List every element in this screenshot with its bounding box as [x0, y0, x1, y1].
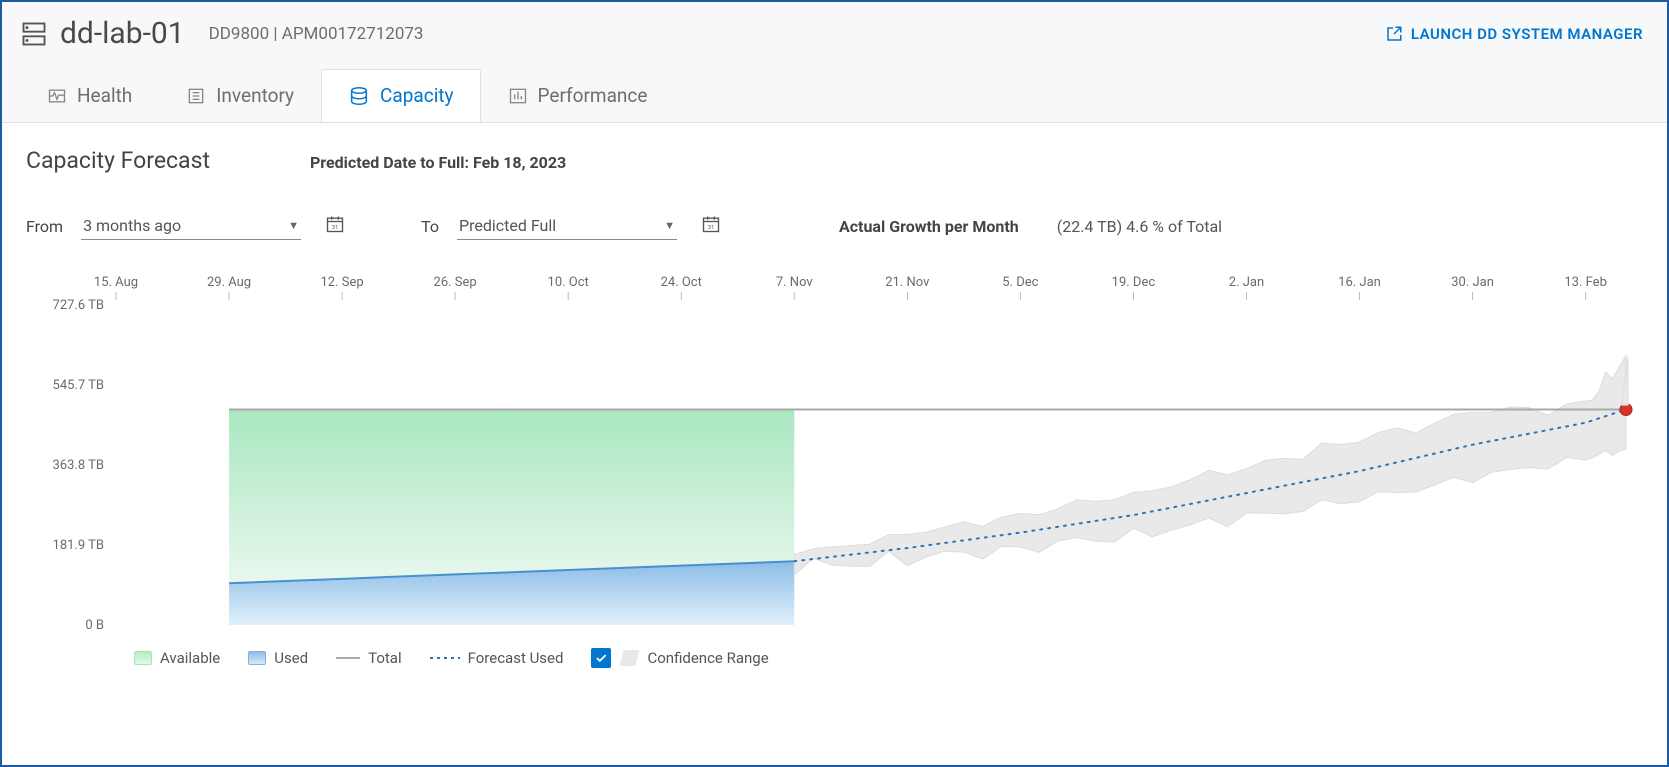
svg-text:0 B: 0 B: [85, 618, 104, 633]
predicted-date-to-full: Predicted Date to Full: Feb 18, 2023: [310, 153, 566, 172]
svg-text:21. Nov: 21. Nov: [885, 275, 930, 290]
legend-total: Total: [336, 649, 402, 667]
svg-text:26. Sep: 26. Sep: [434, 275, 477, 290]
growth-label: Actual Growth per Month: [839, 217, 1019, 236]
svg-text:15. Aug: 15. Aug: [94, 275, 138, 290]
launch-dd-system-manager-link[interactable]: LAUNCH DD SYSTEM MANAGER: [1385, 25, 1643, 43]
content: Capacity Forecast Predicted Date to Full…: [2, 122, 1667, 692]
svg-text:13. Feb: 13. Feb: [1564, 275, 1607, 290]
tab-label: Capacity: [380, 84, 453, 107]
svg-text:181.9 TB: 181.9 TB: [53, 538, 104, 553]
svg-text:10. Oct: 10. Oct: [548, 275, 589, 290]
svg-text:30. Jan: 30. Jan: [1451, 275, 1494, 290]
used-swatch-icon: [248, 651, 266, 665]
to-label: To: [421, 217, 439, 236]
growth-value: (22.4 TB) 4.6 % of Total: [1057, 217, 1222, 236]
header: dd-lab-01 DD9800 | APM00172712073 LAUNCH…: [2, 2, 1667, 69]
from-dropdown[interactable]: 3 months ago ▼: [81, 212, 301, 240]
svg-text:19. Dec: 19. Dec: [1112, 275, 1156, 290]
svg-text:7. Nov: 7. Nov: [776, 275, 814, 290]
legend-forecast: Forecast Used: [430, 649, 564, 667]
available-swatch-icon: [134, 651, 152, 665]
legend-used: Used: [248, 649, 308, 667]
svg-text:545.7 TB: 545.7 TB: [53, 378, 104, 393]
launch-label: LAUNCH DD SYSTEM MANAGER: [1411, 25, 1643, 43]
svg-text:727.6 TB: 727.6 TB: [53, 298, 104, 313]
capacity-forecast-chart: 15. Aug 29. Aug 12. Sep 26. Sep 10. Oct 24. O…: [26, 270, 1643, 640]
confidence-swatch-icon: [619, 650, 639, 666]
caret-down-icon: ▼: [288, 219, 299, 232]
tab-label: Inventory: [216, 84, 294, 107]
svg-text:2. Jan: 2. Jan: [1229, 275, 1264, 290]
chart-legend: Available Used Total Forecast Used Confi…: [26, 640, 1643, 668]
total-line-icon: [336, 657, 360, 659]
legend-available: Available: [134, 649, 220, 667]
tab-performance[interactable]: Performance: [481, 69, 675, 122]
svg-text:12. Sep: 12. Sep: [321, 275, 364, 290]
to-value: Predicted Full: [459, 216, 556, 235]
tab-inventory[interactable]: Inventory: [159, 69, 321, 122]
tab-label: Performance: [538, 84, 648, 107]
svg-text:5. Dec: 5. Dec: [1002, 275, 1038, 290]
tab-capacity[interactable]: Capacity: [321, 69, 480, 122]
tab-label: Health: [77, 84, 132, 107]
to-dropdown[interactable]: Predicted Full ▼: [457, 212, 677, 240]
forecast-dotted-icon: [430, 657, 460, 659]
storage-icon: [20, 20, 48, 48]
caret-down-icon: ▼: [664, 219, 675, 232]
svg-text:31: 31: [332, 225, 339, 231]
page-title: Capacity Forecast: [26, 147, 210, 174]
from-calendar-icon[interactable]: 31: [325, 214, 345, 238]
svg-text:363.8 TB: 363.8 TB: [53, 458, 104, 473]
host-name: dd-lab-01: [60, 16, 185, 51]
host-meta: DD9800 | APM00172712073: [209, 24, 424, 44]
svg-text:29. Aug: 29. Aug: [207, 275, 251, 290]
svg-text:16. Jan: 16. Jan: [1338, 275, 1381, 290]
tab-health[interactable]: Health: [20, 69, 159, 122]
svg-text:31: 31: [708, 225, 715, 231]
legend-confidence[interactable]: Confidence Range: [591, 648, 768, 668]
controls-row: From 3 months ago ▼ 31 To Predicted Full…: [26, 212, 1643, 240]
to-calendar-icon[interactable]: 31: [701, 214, 721, 238]
confidence-checkbox[interactable]: [591, 648, 611, 668]
from-value: 3 months ago: [83, 216, 181, 235]
tabs: Health Inventory Capacity Performance: [2, 69, 1667, 122]
from-label: From: [26, 217, 63, 236]
svg-text:24. Oct: 24. Oct: [661, 275, 702, 290]
